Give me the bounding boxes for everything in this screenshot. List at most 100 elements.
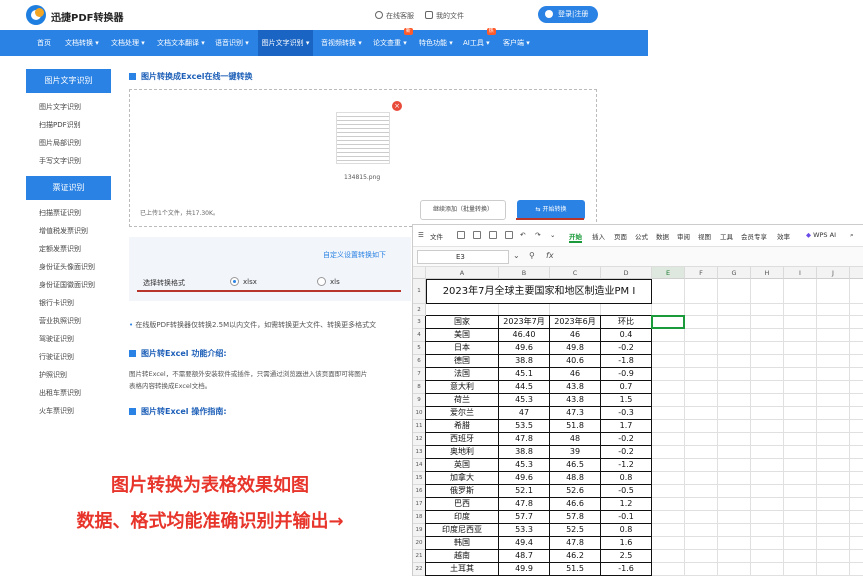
sheet-cell[interactable]: [850, 433, 863, 446]
sidebar-item[interactable]: 定额发票识别: [39, 244, 81, 254]
sheet-cell[interactable]: [784, 472, 817, 485]
sheet-cell[interactable]: [652, 342, 685, 355]
menu-wps-ai[interactable]: ◆ WPS AI: [806, 231, 836, 239]
sheet-cell[interactable]: [817, 355, 850, 368]
sheet-cell[interactable]: [751, 394, 784, 407]
sheet-cell[interactable]: [817, 407, 850, 420]
sheet-cell[interactable]: [718, 537, 751, 550]
table-cell[interactable]: 2.5: [601, 550, 652, 563]
sheet-cell[interactable]: [718, 433, 751, 446]
table-header-cell[interactable]: 环比: [601, 316, 652, 329]
table-cell[interactable]: 巴西: [426, 498, 499, 511]
table-cell[interactable]: 46: [550, 329, 601, 342]
save-icon[interactable]: [457, 231, 465, 239]
table-cell[interactable]: 西班牙: [426, 433, 499, 446]
table-cell[interactable]: 0.7: [601, 381, 652, 394]
sheet-cell[interactable]: [850, 394, 863, 407]
table-cell[interactable]: 40.6: [550, 355, 601, 368]
sheet-cell[interactable]: [850, 498, 863, 511]
sheet-cell[interactable]: [652, 433, 685, 446]
column-header[interactable]: B: [499, 267, 550, 279]
logo-text[interactable]: 迅捷PDF转换器: [51, 9, 123, 24]
menu-page[interactable]: 页面: [614, 231, 627, 241]
column-header[interactable]: K: [850, 267, 863, 279]
menu-icon[interactable]: ☰: [418, 231, 424, 239]
table-cell[interactable]: 48.8: [550, 472, 601, 485]
sheet-cell[interactable]: [850, 511, 863, 524]
sheet-cell[interactable]: [652, 381, 685, 394]
table-cell[interactable]: 爱尔兰: [426, 407, 499, 420]
sidebar-group-image-ocr[interactable]: 图片文字识别: [26, 69, 111, 93]
menu-file[interactable]: 文件: [430, 231, 443, 241]
table-cell[interactable]: -0.2: [601, 342, 652, 355]
sheet-cell[interactable]: [850, 368, 863, 381]
sheet-title-cell[interactable]: 2023年7月全球主要国家和地区制造业PM I: [426, 279, 652, 304]
fx-label[interactable]: fx: [546, 251, 554, 260]
table-cell[interactable]: 38.8: [499, 355, 550, 368]
nav-item-client[interactable]: 客户端 ▾: [503, 30, 530, 56]
sheet-cell[interactable]: [817, 394, 850, 407]
sheet-cell[interactable]: [817, 304, 850, 316]
sheet-cell[interactable]: [817, 563, 850, 576]
sheet-cell[interactable]: [850, 446, 863, 459]
table-cell[interactable]: -0.5: [601, 485, 652, 498]
menu-review[interactable]: 审阅: [677, 231, 690, 241]
row-header[interactable]: 1: [413, 279, 426, 304]
sheet-cell[interactable]: [718, 550, 751, 563]
add-files-button[interactable]: 继续添加（批量转换）: [420, 200, 506, 220]
sheet-cell[interactable]: [751, 381, 784, 394]
sheet-cell[interactable]: [817, 279, 850, 304]
table-cell[interactable]: -0.2: [601, 446, 652, 459]
sheet-cell[interactable]: [718, 498, 751, 511]
column-header[interactable]: E: [652, 267, 685, 279]
menu-data[interactable]: 数据: [656, 231, 669, 241]
menu-home[interactable]: 开始: [569, 231, 582, 243]
sheet-cell[interactable]: [817, 498, 850, 511]
sheet-cell[interactable]: [718, 304, 751, 316]
menu-member[interactable]: 会员专享: [741, 231, 767, 241]
table-cell[interactable]: 印度: [426, 511, 499, 524]
menu-insert[interactable]: 插入: [592, 231, 605, 241]
sheet-cell[interactable]: [817, 368, 850, 381]
cell-ref-box[interactable]: E3: [417, 250, 509, 264]
sheet-cell[interactable]: [685, 368, 718, 381]
sheet-cell[interactable]: [685, 433, 718, 446]
table-cell[interactable]: 47.8: [499, 433, 550, 446]
nav-item-home[interactable]: 首页: [37, 30, 51, 56]
sidebar-item[interactable]: 身份证国徽面识别: [39, 280, 95, 290]
custom-settings-link[interactable]: 自定义设置转换如下: [323, 250, 386, 260]
sheet-cell[interactable]: [817, 316, 850, 329]
table-cell[interactable]: 印度尼西亚: [426, 524, 499, 537]
sheet-cell[interactable]: [685, 329, 718, 342]
sheet-cell[interactable]: [850, 407, 863, 420]
table-cell[interactable]: 52.6: [550, 485, 601, 498]
sheet-cell[interactable]: [685, 342, 718, 355]
search-icon[interactable]: ⌕: [850, 231, 854, 240]
nav-item-translate[interactable]: 文档文本翻译 ▾: [157, 30, 205, 56]
sheet-cell[interactable]: [652, 459, 685, 472]
table-cell[interactable]: 51.8: [550, 420, 601, 433]
table-cell[interactable]: 1.5: [601, 394, 652, 407]
preview-icon[interactable]: [505, 231, 513, 239]
table-cell[interactable]: 48.7: [499, 550, 550, 563]
table-cell[interactable]: 英国: [426, 459, 499, 472]
column-header[interactable]: J: [817, 267, 850, 279]
sheet-cell[interactable]: [652, 355, 685, 368]
table-cell[interactable]: -1.6: [601, 563, 652, 576]
table-cell[interactable]: 奥地利: [426, 446, 499, 459]
sheet-cell[interactable]: [685, 511, 718, 524]
menu-efficiency[interactable]: 效率: [777, 231, 790, 241]
table-cell[interactable]: 48: [550, 433, 601, 446]
table-header-cell[interactable]: 2023年7月: [499, 316, 550, 329]
nav-item-plagiarism[interactable]: 论文查重 ▾ 新: [373, 28, 413, 56]
sheet-cell[interactable]: [751, 485, 784, 498]
sheet-cell[interactable]: [718, 459, 751, 472]
xls-radio[interactable]: [317, 277, 326, 286]
sheet-cell[interactable]: [850, 420, 863, 433]
selected-cell[interactable]: [651, 315, 685, 329]
xls-label[interactable]: xls: [330, 278, 340, 286]
table-cell[interactable]: 52.5: [550, 524, 601, 537]
sheet-cell[interactable]: [850, 355, 863, 368]
sheet-cell[interactable]: [652, 394, 685, 407]
table-cell[interactable]: 53.5: [499, 420, 550, 433]
